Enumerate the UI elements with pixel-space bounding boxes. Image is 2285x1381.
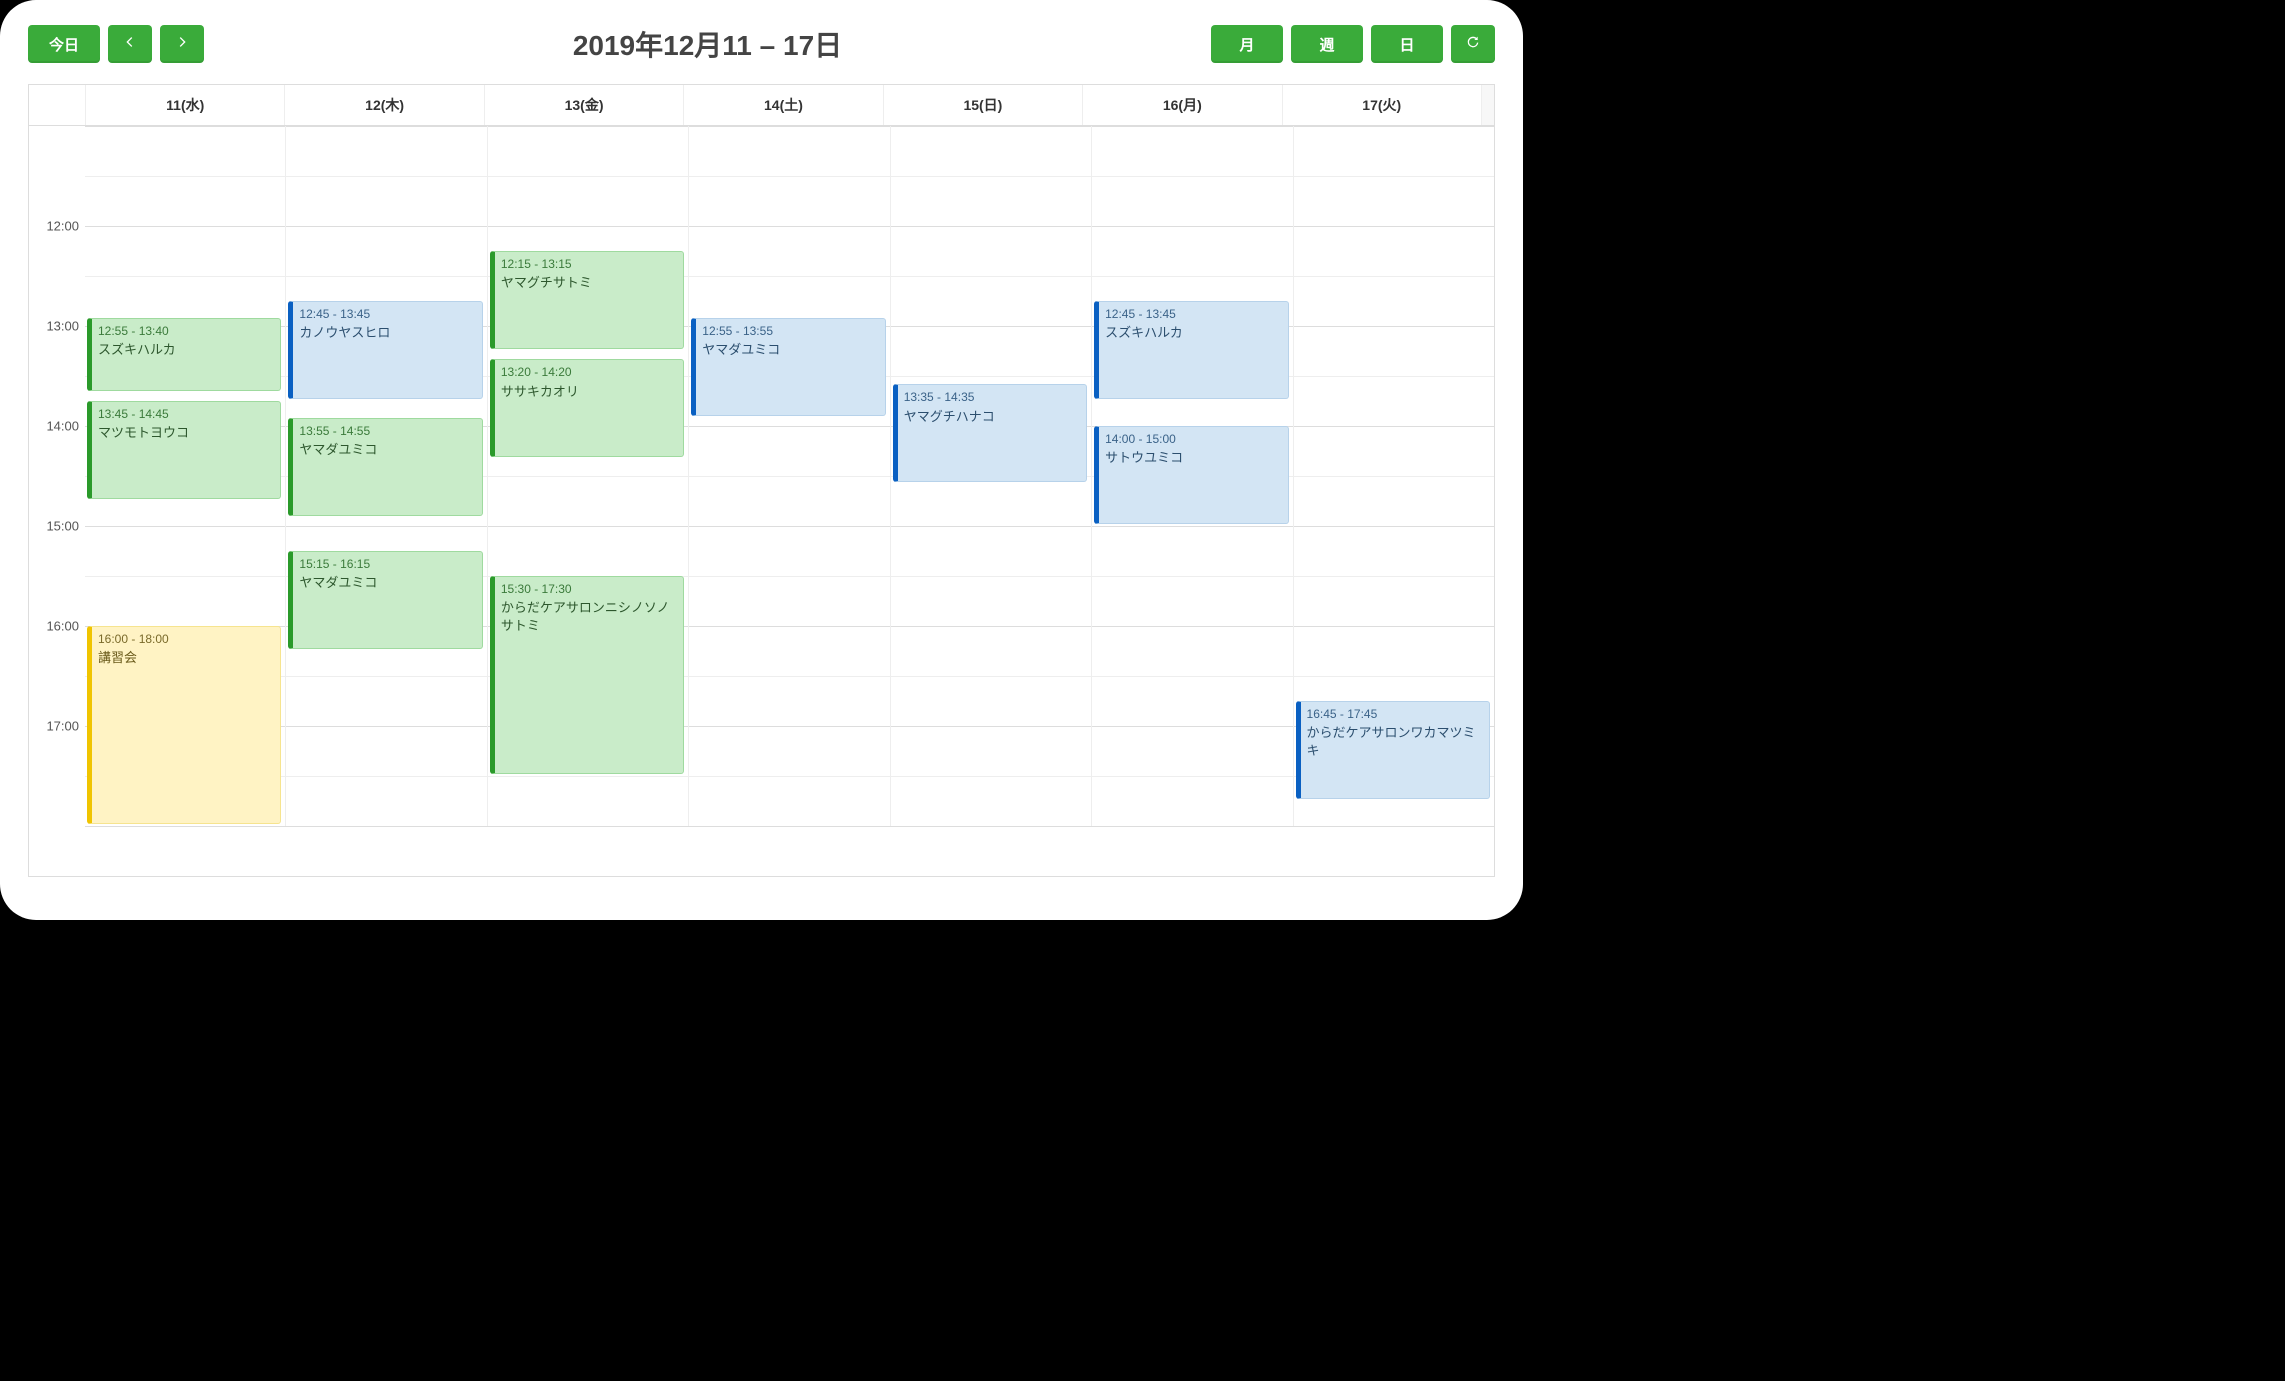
day-columns: 12:55 - 13:40スズキハルカ13:45 - 14:45マツモトヨウコ1… [85,126,1494,826]
view-day-button[interactable]: 日 [1371,25,1443,63]
toolbar-right: 月 週 日 [1211,25,1495,63]
calendar-header: 11(水) 12(木) 13(金) 14(土) 15(日) 16(月) 17(火… [29,85,1494,126]
day-header[interactable]: 15(日) [884,85,1083,125]
grid-line [85,826,1494,827]
chevron-left-icon [122,34,138,54]
day-column[interactable]: 12:45 - 13:45カノウヤスヒロ13:55 - 14:55ヤマダユミコ1… [286,126,487,826]
event-time: 13:45 - 14:45 [98,406,274,422]
toolbar-left: 今日 [28,25,204,63]
time-label: 12:00 [29,219,85,234]
day-header[interactable]: 13(金) [485,85,684,125]
time-label: 13:00 [29,319,85,334]
event-title: ササキカオリ [501,383,677,401]
event-time: 12:55 - 13:55 [702,323,878,339]
day-header[interactable]: 12(木) [285,85,484,125]
event-title: 講習会 [98,649,274,667]
scrollbar-spacer [1482,85,1494,125]
calendar-event[interactable]: 13:45 - 14:45 マツモトヨウコ [87,401,281,499]
day-column[interactable]: 12:55 - 13:55 ヤマダユミコ [689,126,890,826]
calendar-event[interactable]: 13:55 - 14:55 ヤマダユミコ [288,418,482,516]
calendar-event[interactable]: 15:15 - 16:15 ヤマダユミコ [288,551,482,649]
event-time: 12:45 - 13:45 [299,306,475,322]
prev-button[interactable] [108,25,152,63]
event-title: ヤマグチハナコ [904,408,1080,426]
calendar-event[interactable]: 13:35 - 14:35 ヤマグチハナコ [893,384,1087,482]
day-column[interactable]: 16:45 - 17:45 からだケアサロンワカマツミキ [1294,126,1494,826]
event-time: 14:00 - 15:00 [1105,431,1281,447]
calendar-event[interactable]: 13:20 - 14:20 ササキカオリ [490,359,684,457]
day-column[interactable]: 13:35 - 14:35 ヤマグチハナコ [891,126,1092,826]
event-time: 16:45 - 17:45 [1307,706,1483,722]
next-button[interactable] [160,25,204,63]
calendar-event[interactable]: 15:30 - 17:30 からだケアサロンニシノソノサトミ [490,576,684,774]
event-title: ヤマグチサトミ [501,274,677,292]
calendar-event[interactable]: 16:45 - 17:45 からだケアサロンワカマツミキ [1296,701,1490,799]
calendar-event[interactable]: 12:45 - 13:45 スズキハルカ [1094,301,1288,399]
event-title: スズキハルカ [1105,324,1281,342]
axis-spacer [29,85,86,125]
event-time: 16:00 - 18:00 [98,631,274,647]
time-label: 16:00 [29,619,85,634]
day-column[interactable]: 12:55 - 13:40スズキハルカ13:45 - 14:45マツモトヨウコ1… [85,126,286,826]
calendar-scroll[interactable]: 12:00 13:00 14:00 15:00 16:00 17:00 12:55 - 1… [29,126,1494,876]
event-title: マツモトヨウコ [98,424,274,442]
calendar: 11(水) 12(木) 13(金) 14(土) 15(日) 16(月) 17(火… [28,84,1495,877]
calendar-event[interactable]: 12:55 - 13:55 ヤマダユミコ [691,318,885,416]
view-week-button[interactable]: 週 [1291,25,1363,63]
time-axis: 12:00 13:00 14:00 15:00 16:00 17:00 [29,126,85,826]
event-title: からだケアサロンワカマツミキ [1307,724,1483,759]
event-title: サトウユミコ [1105,449,1281,467]
event-title: ヤマダユミコ [702,341,878,359]
event-title: スズキハルカ [98,341,274,359]
calendar-body-wrap: 12:00 13:00 14:00 15:00 16:00 17:00 12:55 - 1… [29,126,1494,876]
event-title: ヤマダユミコ [299,574,475,592]
calendar-body: 12:00 13:00 14:00 15:00 16:00 17:00 12:55 - 1… [29,126,1494,876]
calendar-event[interactable]: 14:00 - 15:00 サトウユミコ [1094,426,1288,524]
calendar-event[interactable]: 16:00 - 18:00 講習会 [87,626,281,824]
time-label: 15:00 [29,519,85,534]
refresh-icon [1465,34,1481,54]
today-button[interactable]: 今日 [28,25,100,63]
time-label: 17:00 [29,719,85,734]
calendar-event[interactable]: 12:15 - 13:15 ヤマグチサトミ [490,251,684,349]
chevron-right-icon [174,34,190,54]
event-title: からだケアサロンニシノソノサトミ [501,599,677,634]
event-time: 13:55 - 14:55 [299,423,475,439]
day-header[interactable]: 17(火) [1283,85,1482,125]
day-header[interactable]: 16(月) [1083,85,1282,125]
time-label: 14:00 [29,419,85,434]
view-month-button[interactable]: 月 [1211,25,1283,63]
event-title: ヤマダユミコ [299,441,475,459]
day-header[interactable]: 14(土) [684,85,883,125]
event-time: 12:45 - 13:45 [1105,306,1281,322]
day-column[interactable]: 12:45 - 13:45 スズキハルカ 14:00 - 15:00 サトウユミコ [1092,126,1293,826]
calendar-event[interactable]: 12:55 - 13:40 スズキハルカ [87,318,281,391]
refresh-button[interactable] [1451,25,1495,63]
calendar-event[interactable]: 12:45 - 13:45 カノウヤスヒロ [288,301,482,399]
day-column[interactable]: 12:15 - 13:15ヤマグチサトミ13:20 - 14:20ササキカオリ1… [488,126,689,826]
calendar-app: 今日 2019年12月11 – 17日 月 週 日 [0,0,1523,920]
event-time: 15:30 - 17:30 [501,581,677,597]
event-time: 12:15 - 13:15 [501,256,677,272]
event-title: カノウヤスヒロ [299,324,475,342]
event-time: 13:35 - 14:35 [904,389,1080,405]
toolbar: 今日 2019年12月11 – 17日 月 週 日 [28,24,1495,64]
day-header[interactable]: 11(水) [86,85,285,125]
date-range-title: 2019年12月11 – 17日 [204,24,1211,64]
event-time: 12:55 - 13:40 [98,323,274,339]
event-time: 15:15 - 16:15 [299,556,475,572]
event-time: 13:20 - 14:20 [501,364,677,380]
